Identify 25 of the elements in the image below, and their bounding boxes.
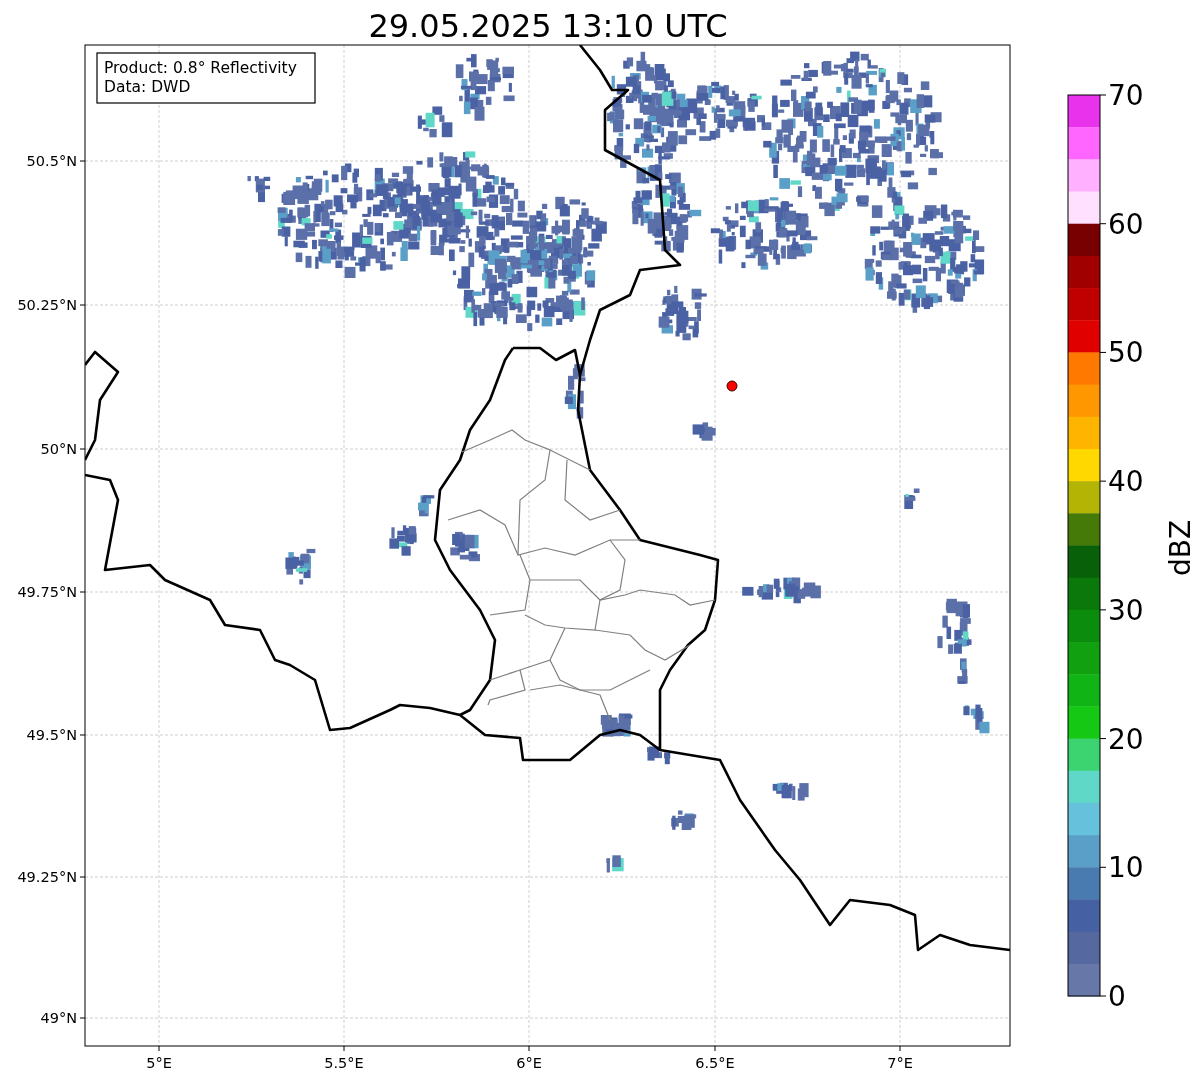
location-marker [726, 380, 738, 392]
colorbar-tick-label: 20 [1108, 722, 1144, 756]
colorbar-tick-label: 0 [1108, 980, 1126, 1013]
chart-title: 29.05.2025 13:10 UTC [368, 7, 728, 45]
info-text: Data: DWD [104, 78, 191, 96]
longitude-label: 5.5°E [324, 1055, 364, 1071]
colorbar-label: dBZ [1164, 519, 1197, 577]
colorbar-tick-label: 10 [1108, 851, 1144, 885]
longitude-label: 5°E [146, 1055, 172, 1071]
longitude-label: 7°E [887, 1055, 913, 1071]
latitude-label: 50.25°N [17, 297, 77, 313]
longitude-label: 6.5°E [695, 1055, 735, 1071]
latitude-label: 49°N [40, 1010, 77, 1026]
latitude-label: 49.5°N [26, 727, 77, 743]
colorbar-tick-label: 60 [1108, 207, 1144, 241]
colorbar-tick-label: 70 [1108, 79, 1144, 112]
latitude-label: 50.5°N [26, 153, 77, 169]
latitude-label: 50°N [40, 441, 77, 457]
latitude-label: 49.75°N [17, 584, 77, 600]
longitude-label: 6°E [516, 1055, 542, 1071]
colorbar-tick-label: 30 [1108, 593, 1144, 627]
colorbar-tick-label: 40 [1108, 465, 1144, 499]
info-text: Product: 0.8° Reflectivity [104, 59, 297, 77]
colorbar-tick-label: 50 [1108, 336, 1144, 370]
latitude-label: 49.25°N [17, 869, 77, 885]
